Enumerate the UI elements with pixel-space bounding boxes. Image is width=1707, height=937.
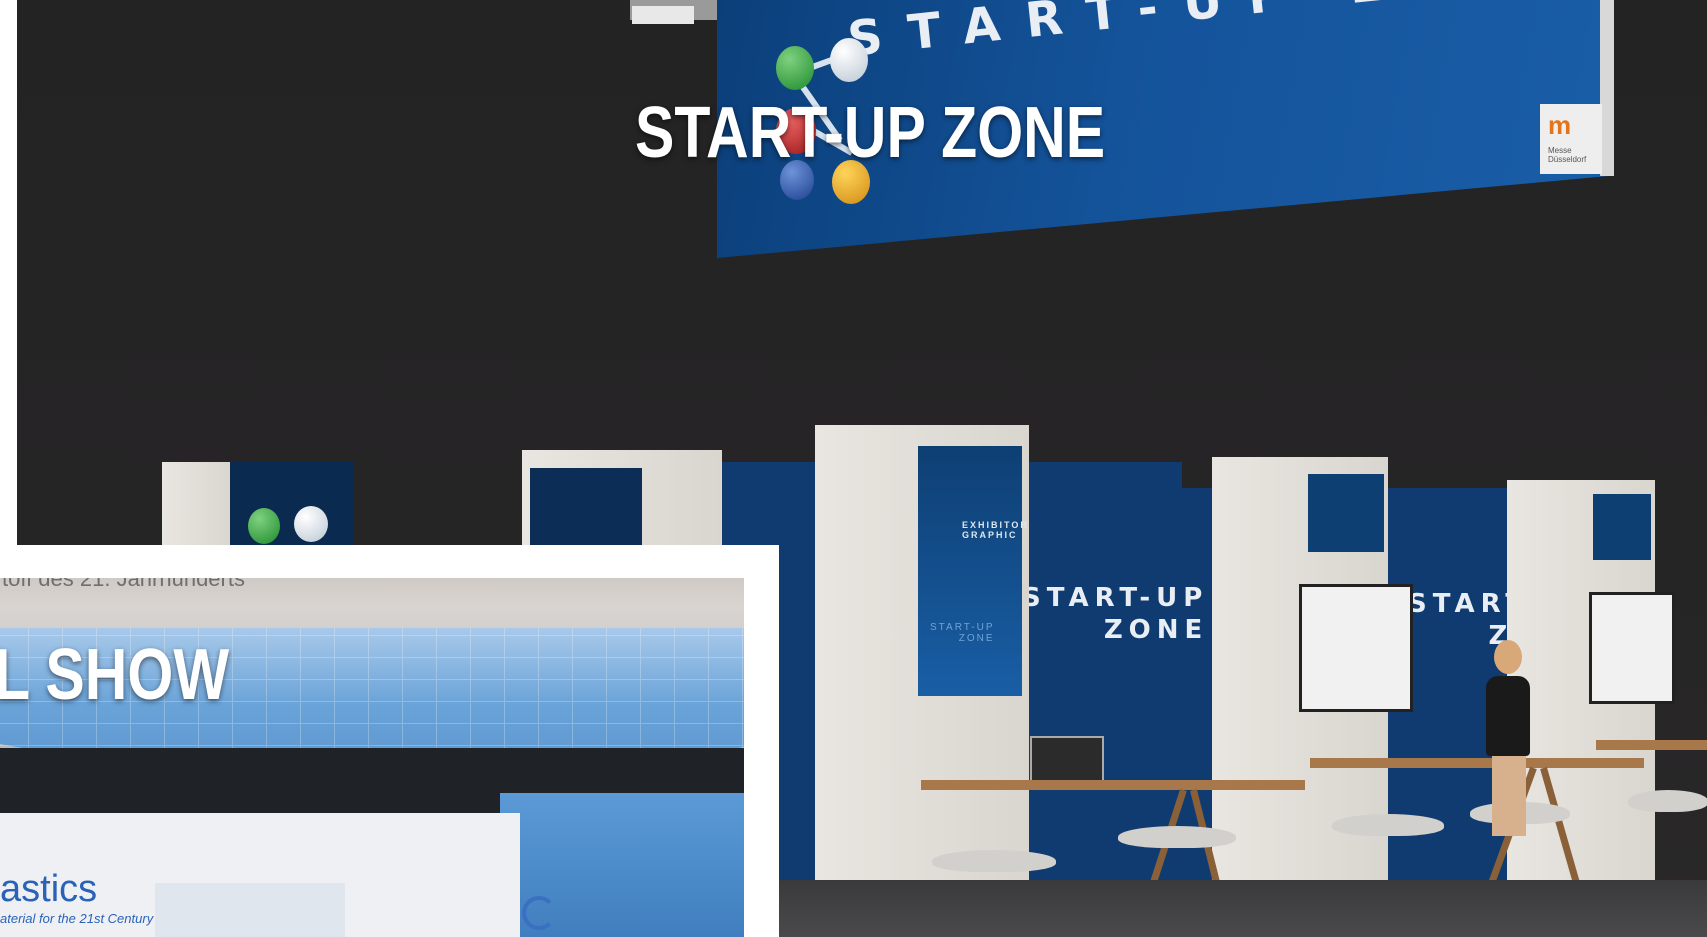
wall-text: START-UP ZONE	[1022, 583, 1209, 645]
stool	[1332, 814, 1444, 836]
messe-duesseldorf-logo: m Messe Düsseldorf	[1540, 104, 1602, 174]
banner-frame	[1600, 0, 1614, 176]
main-caption: START-UP ZONE	[635, 93, 1106, 173]
laptop	[1030, 736, 1104, 782]
standing-table	[1596, 740, 1707, 750]
seated-woman	[1478, 640, 1538, 840]
logo-text: Messe Düsseldorf	[1548, 146, 1587, 164]
inset-caption: L SHOW	[0, 635, 230, 715]
stool	[1628, 790, 1707, 812]
inset-logo-icon	[522, 896, 556, 930]
pillar-screen-label: EXHIBITOR GRAPHIC	[962, 520, 1029, 540]
logo-mark: m	[1548, 110, 1572, 140]
pillar-screen	[1593, 494, 1651, 560]
standing-table	[1310, 758, 1644, 768]
spotlight	[632, 6, 694, 24]
pillar-screen	[918, 446, 1022, 696]
molecule-ball	[248, 508, 280, 544]
tv-screen	[1589, 592, 1675, 704]
standing-table	[921, 780, 1305, 790]
stool	[932, 850, 1056, 872]
inset-brand-text: astics	[0, 868, 98, 910]
inset-brand-sub: aterial for the 21st Century	[0, 911, 154, 926]
pillar-screen-sub: START-UP ZONE	[930, 622, 995, 644]
inset-screen	[155, 883, 345, 937]
inset-photo: toff des 21. Jahrhunderts astics aterial…	[0, 578, 744, 937]
white-margin	[0, 0, 17, 545]
inset-top-text: toff des 21. Jahrhunderts	[2, 578, 245, 591]
molecule-ball	[294, 506, 328, 542]
pillar-screen	[1308, 474, 1384, 552]
photo-collage: START-UP ZONE m Messe Düsseldorf START-U…	[0, 0, 1707, 937]
stool	[1118, 826, 1236, 848]
tv-screen	[1299, 584, 1413, 712]
